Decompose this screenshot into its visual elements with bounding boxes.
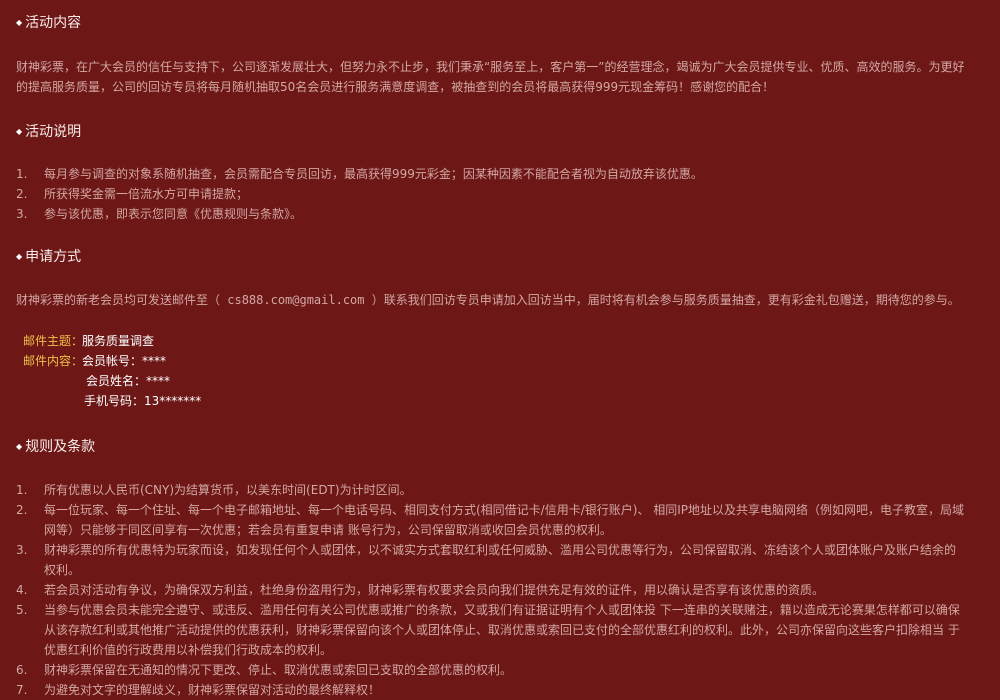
diamond-bullet-icon: ◆ xyxy=(16,252,23,261)
section-title-text: 规则及条款 xyxy=(25,439,96,455)
diamond-bullet-icon: ◆ xyxy=(16,442,23,451)
list-item: 6. 财神彩票保留在无通知的情况下更改、停止、取消优惠或索回已支取的全部优惠的权利… xyxy=(16,663,513,677)
activity-content-paragraph: 财神彩票，在广大会员的信任与支持下，公司逐渐发展壮大，但努力永不止步，我们秉承“… xyxy=(16,60,965,94)
activity-description-list: 1. 每月参与调查的对象系随机抽查，会员需配合专员回访，最高获得999元彩金；因某… xyxy=(16,164,976,224)
list-item: 5. 当参与优惠会员未能完全遵守、或违反、滥用任何有关公司优惠或推广的条款，又或我… xyxy=(16,603,960,657)
diamond-bullet-icon: ◆ xyxy=(16,127,23,136)
list-item: 3. 财神彩票的所有优惠特为玩家而设，如发现任何个人或团体，以不诚实方式套取红利或… xyxy=(16,543,957,577)
mail-template: 邮件主题： 服务质量调查 邮件内容： 会员帐号：**** 会员姓名：**** 手… xyxy=(23,331,201,411)
rules-list: 1. 所有优惠以人民币(CNY)为结算货币，以美东时间(EDT)为计时区间。 2.… xyxy=(16,480,966,700)
diamond-bullet-icon: ◆ xyxy=(16,18,23,27)
list-item: 3. 参与该优惠，即表示您同意《优惠规则与条款》。 xyxy=(16,207,303,221)
list-item: 1. 每月参与调查的对象系随机抽查，会员需配合专员回访，最高获得999元彩金；因某… xyxy=(16,167,703,181)
mail-content-line: 会员帐号：**** xyxy=(82,354,167,368)
application-paragraph: 财神彩票的新老会员均可发送邮件至（ cs888.com@gmail.com ）联… xyxy=(16,293,960,307)
mail-subject-label: 邮件主题： xyxy=(23,334,84,348)
mail-content-line: 会员姓名：**** xyxy=(86,374,171,388)
section-title-text: 申请方式 xyxy=(25,249,82,265)
list-item: 7. 为避免对文字的理解歧义，财神彩票保留对活动的最终解释权！ xyxy=(16,683,381,697)
list-item: 2. 每一位玩家、每一个住址、每一个电子邮箱地址、每一个电话号码、相同支付方式(相… xyxy=(16,503,965,537)
mail-content-row: 会员姓名：**** xyxy=(23,371,201,391)
list-item: 1. 所有优惠以人民币(CNY)为结算货币，以美东时间(EDT)为计时区间。 xyxy=(16,483,412,497)
list-item: 4. 若会员对活动有争议，为确保双方利益，杜绝身份盗用行为，财神彩票有权要求会员向… xyxy=(16,583,825,597)
mail-content-row: 手机号码：13******* xyxy=(23,391,201,411)
mail-subject-value: 服务质量调查 xyxy=(82,334,155,348)
section-title-text: 活动说明 xyxy=(25,124,82,140)
section-title-activity-content: ◆ 活动内容 xyxy=(16,14,81,32)
email-address: cs888.com@gmail.com xyxy=(220,293,372,307)
list-item: 2. 所获得奖金需一倍流水方可申请提款； xyxy=(16,187,249,201)
section-title-application: ◆ 申请方式 xyxy=(16,248,81,266)
section-title-text: 活动内容 xyxy=(25,15,82,31)
section-title-activity-description: ◆ 活动说明 xyxy=(16,123,81,141)
mail-content-label: 邮件内容： xyxy=(23,354,84,368)
section-title-rules: ◆ 规则及条款 xyxy=(16,438,95,456)
mail-content-row: 邮件内容： 会员帐号：**** xyxy=(23,351,201,371)
mail-content-line: 手机号码：13******* xyxy=(84,394,202,408)
mail-subject-row: 邮件主题： 服务质量调查 xyxy=(23,331,201,351)
